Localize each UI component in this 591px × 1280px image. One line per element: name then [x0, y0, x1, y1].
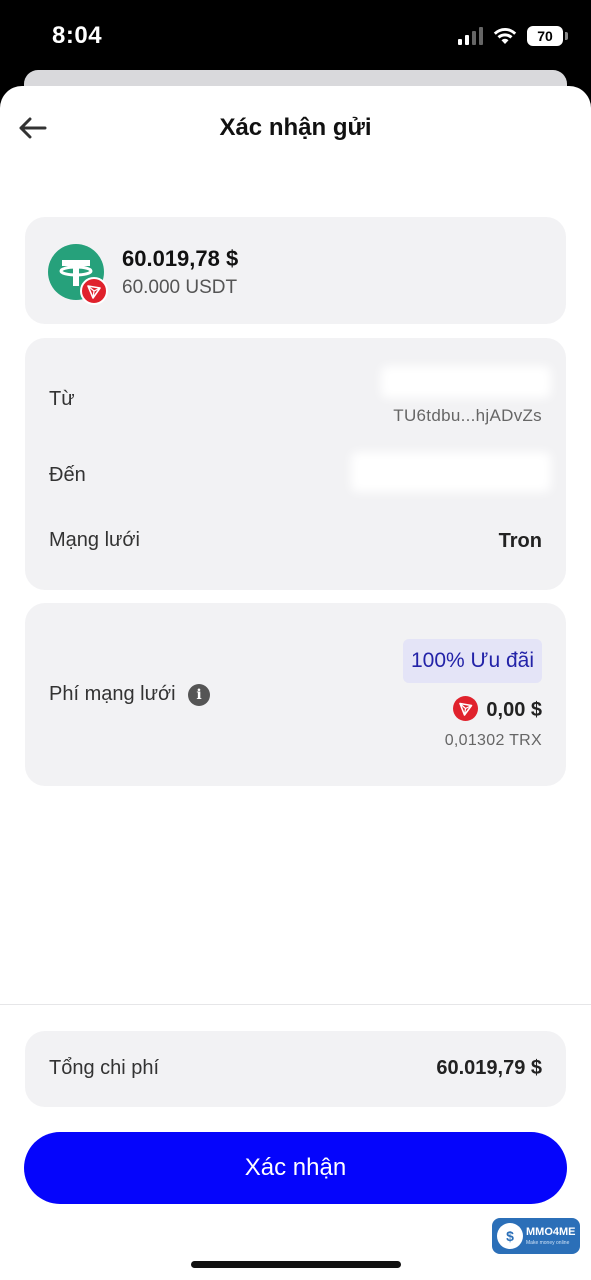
- cellular-signal-icon: [458, 27, 483, 45]
- from-label: Từ: [49, 388, 75, 410]
- watermark-logo: $ MMO4ME Make money online: [492, 1218, 580, 1254]
- home-indicator[interactable]: [191, 1261, 401, 1268]
- info-icon[interactable]: i: [188, 684, 210, 706]
- footer-divider: [0, 1004, 591, 1005]
- page-title: Xác nhận gửi: [219, 114, 372, 141]
- total-value: 60.019,79 $: [436, 1057, 542, 1079]
- watermark-subtext: Make money online: [526, 1240, 570, 1246]
- watermark-text: MMO4ME: [526, 1226, 576, 1238]
- fee-usd-value: 0,00 $: [486, 699, 542, 721]
- status-bar: 8:04 70: [0, 0, 591, 75]
- status-icons: 70: [458, 26, 568, 46]
- confirm-send-sheet: Xác nhận gửi 60.019,78 $ 60.000 USDT Từ …: [0, 86, 591, 1280]
- header: Xác nhận gửi: [0, 86, 591, 174]
- tron-icon: [80, 277, 108, 305]
- from-address: TU6tdbu...hjADvZs: [393, 406, 542, 425]
- total-cost-card: Tổng chi phí 60.019,79 $: [25, 1031, 566, 1107]
- promo-badge: 100% Ưu đãi: [402, 639, 542, 683]
- transfer-details-card: Từ TU6tdbu...hjADvZs Đến Mạng lưới Tron: [25, 338, 566, 590]
- dollar-coin-icon: $: [497, 1223, 523, 1249]
- to-address-redacted: [351, 452, 551, 492]
- total-label: Tổng chi phí: [49, 1057, 160, 1079]
- from-name-redacted: [381, 366, 551, 398]
- fee-label: Phí mạng lưới: [49, 683, 176, 705]
- network-value: Tron: [498, 530, 542, 552]
- status-time: 8:04: [52, 22, 103, 49]
- battery-icon: 70: [527, 26, 568, 46]
- confirm-button[interactable]: Xác nhận: [24, 1132, 567, 1204]
- wifi-icon: [493, 28, 517, 44]
- tron-icon: [453, 696, 478, 721]
- asset-usd-value: 60.019,78 $: [122, 246, 239, 271]
- to-label: Đến: [49, 464, 86, 486]
- network-label: Mạng lưới: [49, 529, 140, 551]
- asset-card: 60.019,78 $ 60.000 USDT: [25, 217, 566, 324]
- asset-amount: 60.000 USDT: [122, 277, 238, 298]
- fee-trx-value: 0,01302 TRX: [444, 732, 542, 749]
- network-fee-card: Phí mạng lưới i 100% Ưu đãi 0,00 $ 0,013…: [25, 603, 566, 786]
